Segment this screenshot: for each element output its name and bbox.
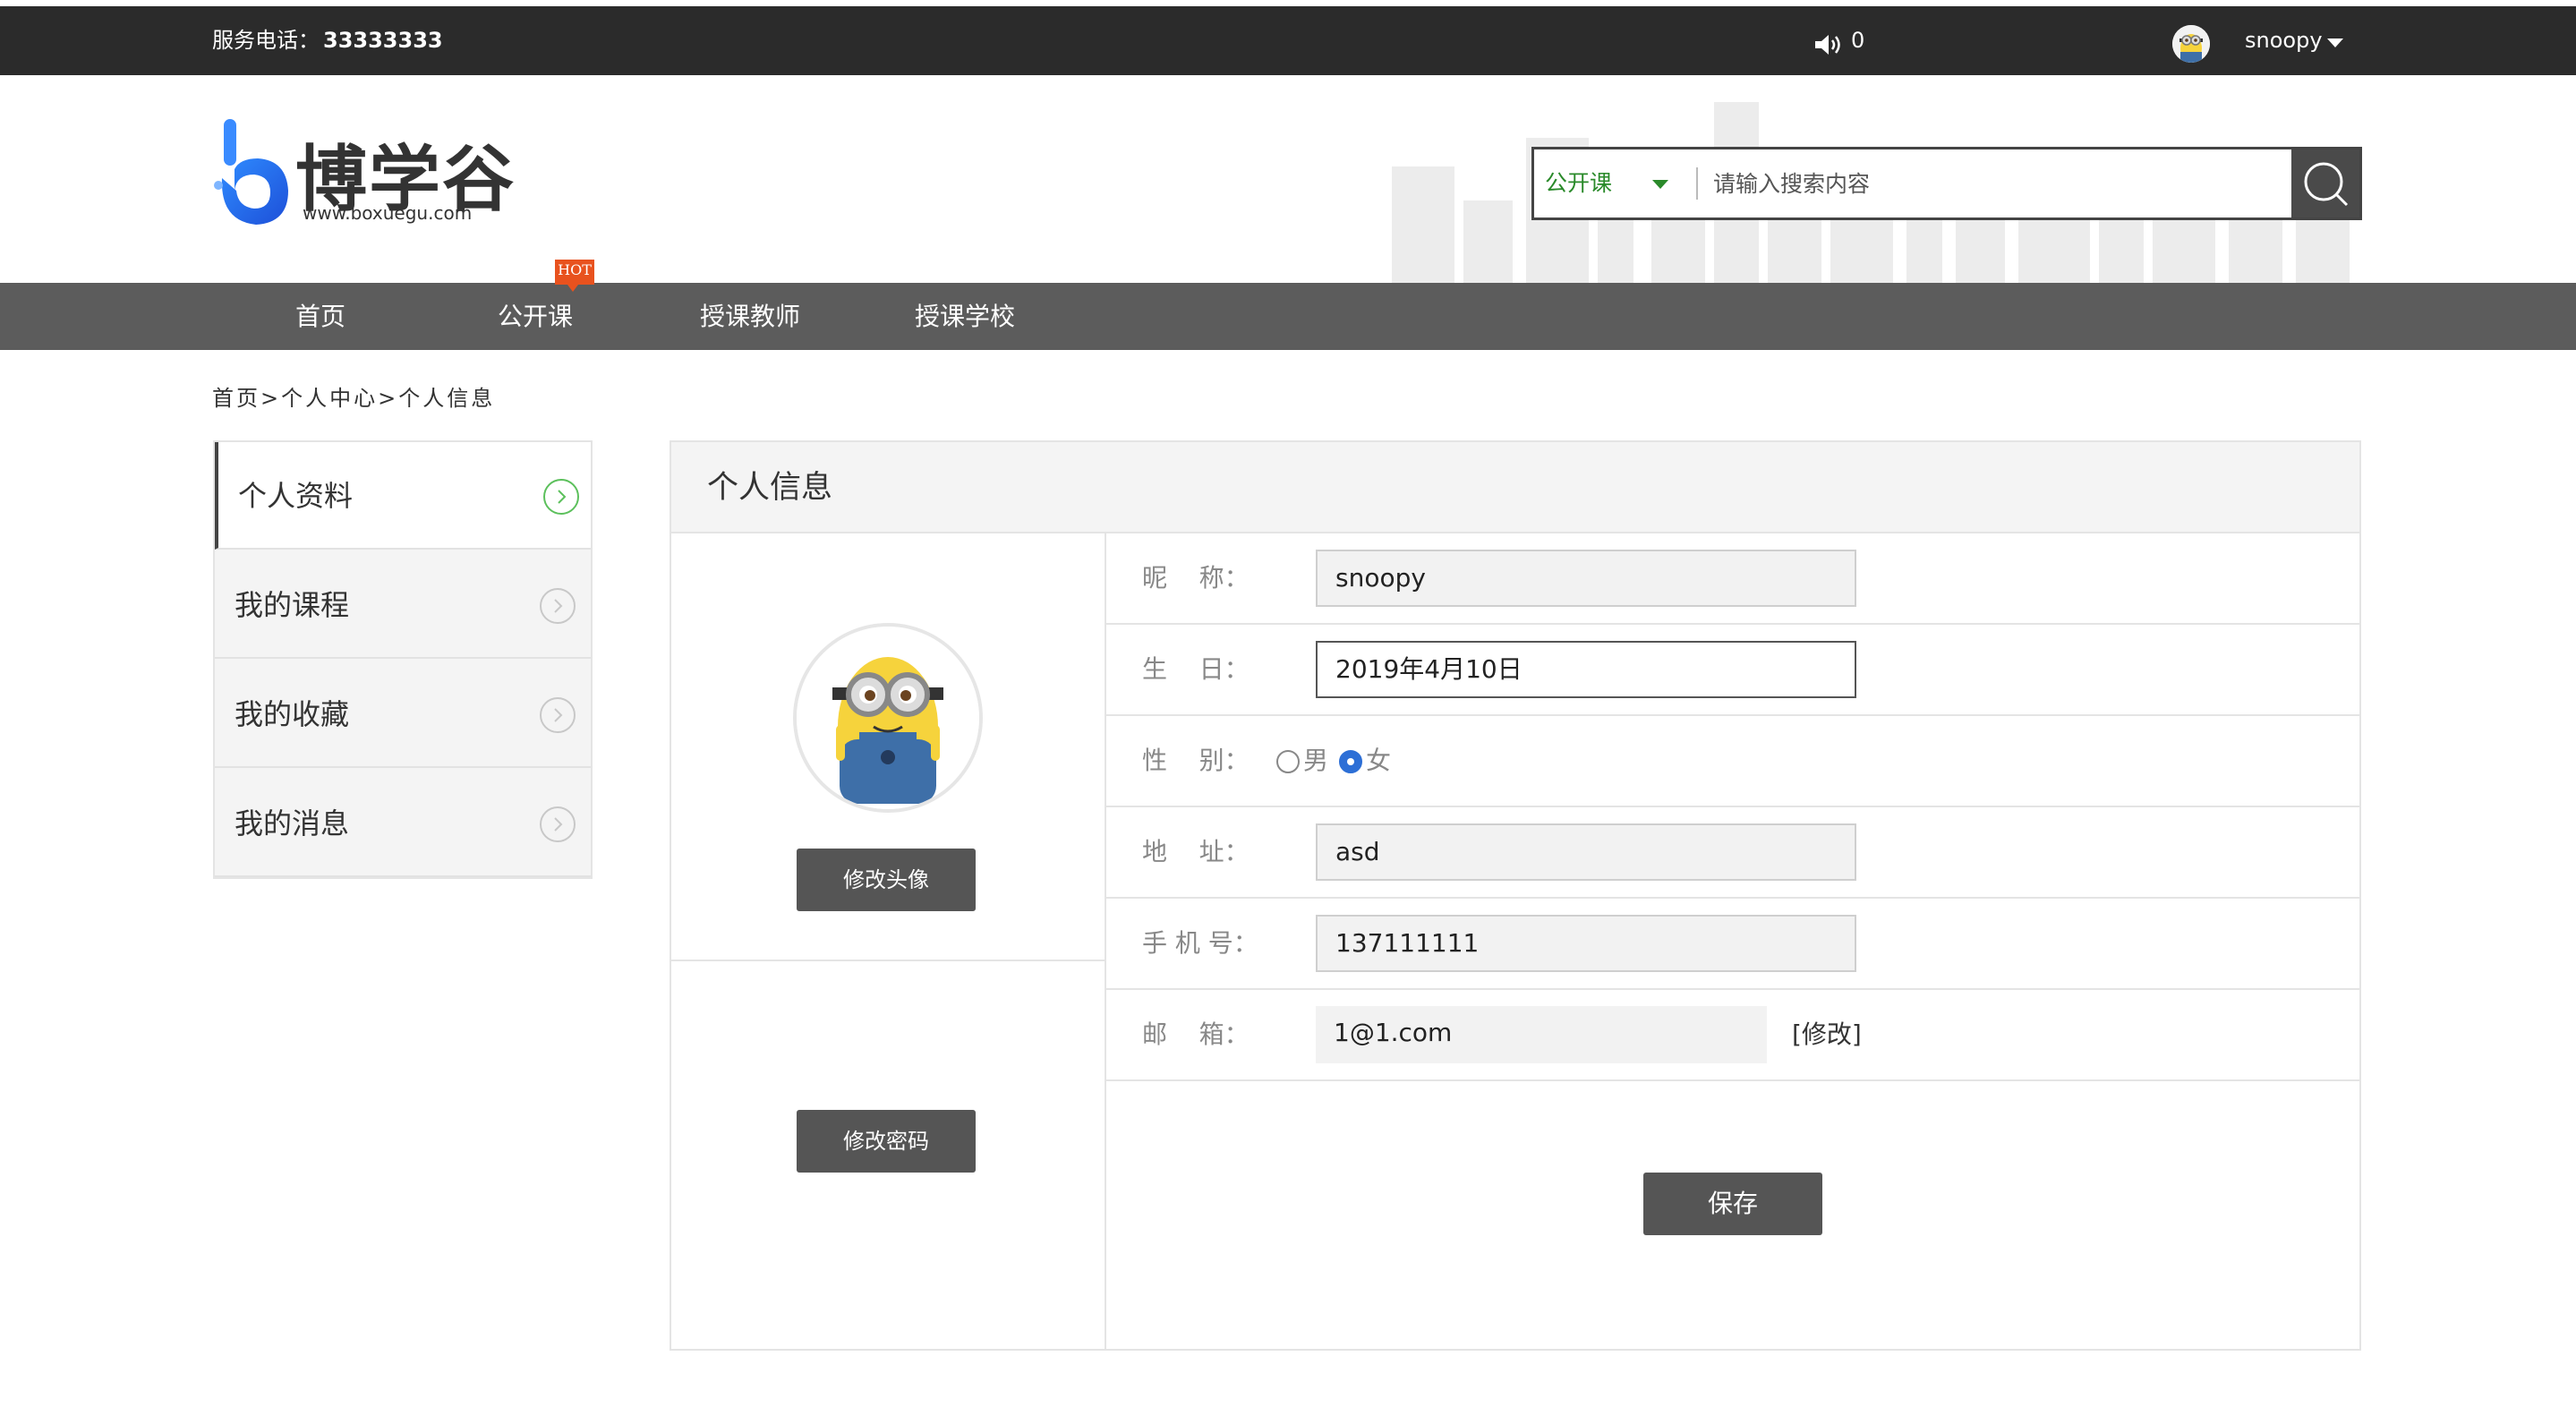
birthday-label: 生 日： <box>1142 654 1250 684</box>
nickname-row: 昵 称： snoopy <box>1106 533 2359 625</box>
change-avatar-button[interactable]: 修改头像 <box>797 849 976 911</box>
email-row: 邮 箱： 1@1.com [修改] <box>1106 990 2359 1081</box>
caret-down-icon[interactable] <box>2327 38 2343 47</box>
search-button[interactable] <box>2291 149 2359 218</box>
profile-avatar <box>793 623 983 813</box>
gender-male-radio[interactable] <box>1276 750 1300 773</box>
nav-item-open-courses[interactable]: 公开课 <box>498 283 573 350</box>
gender-row: 性 别： 男 女 <box>1106 716 2359 807</box>
search-divider <box>1696 167 1698 200</box>
email-label: 邮 箱： <box>1142 1019 1250 1049</box>
hot-badge: HOT <box>555 260 594 292</box>
save-button[interactable]: 保存 <box>1643 1173 1822 1235</box>
gender-label: 性 别： <box>1142 746 1250 775</box>
search-icon <box>2304 162 2349 207</box>
search-category-label: 公开课 <box>1545 170 1613 196</box>
edit-email-link[interactable]: [修改] <box>1792 990 1862 1079</box>
minion-avatar-icon <box>797 627 979 809</box>
search-bar: 公开课 <box>1531 147 2362 220</box>
panel-header: 个人信息 <box>671 442 2359 533</box>
nav-item-schools[interactable]: 授课学校 <box>915 283 1015 350</box>
phone-row: 手 机 号： 137111111 <box>1106 899 2359 990</box>
gender-female-radio[interactable] <box>1339 750 1362 773</box>
sidebar-item-profile[interactable]: 个人资料 <box>215 442 591 550</box>
divider <box>671 960 1106 961</box>
avatar[interactable] <box>2172 25 2210 63</box>
phone-label: 手 机 号： <box>1142 928 1258 958</box>
minion-avatar-icon <box>2172 25 2210 63</box>
birthday-field[interactable]: 2019年4月10日 <box>1316 641 1856 698</box>
breadcrumb[interactable]: 首页>个人中心>个人信息 <box>212 380 495 412</box>
top-bar: 服务电话： 33333333 0 snoopy <box>0 6 2576 75</box>
address-field[interactable]: asd <box>1316 823 1856 881</box>
service-phone-number: 33333333 <box>323 28 443 53</box>
phone-field[interactable]: 137111111 <box>1316 915 1856 972</box>
gender-female-label[interactable]: 女 <box>1366 716 1391 806</box>
service-phone-label: 服务电话： <box>212 28 320 53</box>
nav-item-teachers[interactable]: 授课教师 <box>700 283 800 350</box>
nav-item-home[interactable]: 首页 <box>295 283 345 350</box>
sidebar-item-label: 我的收藏 <box>235 697 350 731</box>
sidebar-item-my-favorites[interactable]: 我的收藏 <box>215 661 591 768</box>
service-phone: 服务电话： 33333333 <box>212 6 443 75</box>
sidebar: 个人资料 我的课程 我的收藏 我的消息 <box>213 440 593 879</box>
gender-male-label[interactable]: 男 <box>1303 716 1328 806</box>
chevron-right-icon <box>540 697 576 733</box>
email-field: 1@1.com <box>1316 1006 1767 1063</box>
personal-info-panel: 个人信息 修改头像 修改密码 昵 称： snoopy 生 日： 2019年4月1… <box>670 440 2361 1351</box>
nickname-label: 昵 称： <box>1142 563 1250 593</box>
chevron-right-icon <box>540 588 576 624</box>
chevron-down-icon <box>1652 180 1668 189</box>
birthday-row: 生 日： 2019年4月10日 <box>1106 625 2359 716</box>
sidebar-item-my-messages[interactable]: 我的消息 <box>215 770 591 877</box>
message-count[interactable]: 0 <box>1851 6 1864 75</box>
address-label: 地 址： <box>1142 837 1250 866</box>
avatar-column: 修改头像 修改密码 <box>671 533 1106 1349</box>
sidebar-item-my-courses[interactable]: 我的课程 <box>215 551 591 659</box>
search-category-select[interactable]: 公开课 <box>1534 149 1695 218</box>
nickname-field[interactable]: snoopy <box>1316 550 1856 607</box>
address-row: 地 址： asd <box>1106 807 2359 899</box>
chevron-right-icon <box>543 479 579 515</box>
chevron-right-icon <box>540 806 576 842</box>
sidebar-item-label: 我的消息 <box>235 806 350 840</box>
username[interactable]: snoopy <box>2245 6 2323 75</box>
change-password-button[interactable]: 修改密码 <box>797 1110 976 1173</box>
page-title: 个人信息 <box>707 470 833 506</box>
logo-url: www.boxuegu.com <box>303 202 473 224</box>
header: 博学谷 www.boxuegu.com 公开课 <box>0 75 2576 283</box>
sidebar-item-label: 我的课程 <box>235 588 350 622</box>
main-nav: 首页 公开课 授课教师 授课学校 <box>0 283 2576 350</box>
sidebar-item-label: 个人资料 <box>238 479 354 513</box>
search-input[interactable] <box>1713 155 2286 212</box>
speaker-icon[interactable] <box>1813 33 1844 56</box>
